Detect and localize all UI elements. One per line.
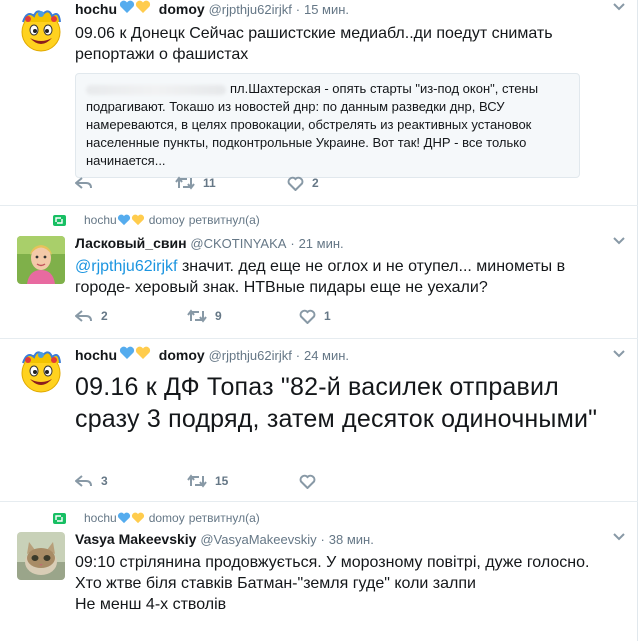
fullname-suffix: domoy: [154, 1, 205, 17]
avatar[interactable]: [17, 6, 65, 54]
tweet-text: 09.16 к ДФ Топаз "82-й василек отправил …: [75, 373, 598, 433]
avatar[interactable]: [17, 532, 65, 580]
fullname[interactable]: Ласковый_свин: [75, 235, 187, 251]
retweet-button[interactable]: 9: [187, 309, 267, 323]
retweet-icon: [187, 474, 207, 488]
tweet-header: hochu domoy @rjpthju62irjkf · 24 мин.: [75, 346, 618, 365]
yellow-heart-emoji: [135, 0, 151, 13]
timestamp[interactable]: 21 мин.: [299, 236, 344, 251]
tweet-header: hochu domoy @rjpthju62irjkf · 15 мин.: [75, 0, 618, 19]
caret-down-icon[interactable]: [612, 349, 626, 359]
fullname[interactable]: hochu: [75, 1, 117, 17]
tweet-header: Ласковый_свин @CKOTINYAKA · 21 мин.: [75, 234, 618, 253]
retweet-count: 9: [215, 309, 222, 323]
retweet-button[interactable]: 15: [187, 474, 267, 488]
blue-heart-emoji: [119, 0, 135, 13]
retweet-button[interactable]: 11: [175, 176, 255, 190]
reply-icon: [75, 475, 92, 487]
retweet-count: 11: [203, 176, 216, 190]
retweeter-suffix[interactable]: domoy: [149, 511, 185, 525]
blue-heart-emoji: [119, 346, 135, 359]
like-button[interactable]: 1: [299, 309, 342, 324]
tweet[interactable]: hochu domoy ретвитнул(а) Vasya Makeevski…: [0, 502, 638, 641]
reply-button[interactable]: 3: [75, 473, 155, 489]
retweeted-label: ретвитнул(а): [188, 213, 260, 227]
tweet-actions: 3 15: [75, 471, 348, 491]
timeline: hochu domoy @rjpthju62irjkf · 15 мин. 09…: [0, 0, 638, 641]
avatar[interactable]: [17, 347, 65, 395]
timestamp[interactable]: 38 мин.: [329, 532, 374, 547]
separator-dot: ·: [290, 236, 295, 251]
retweet-icon: [175, 176, 195, 190]
redacted-name: [86, 84, 226, 95]
tweet-text: 09:10 стрілянина продовжується. У морозн…: [75, 552, 618, 615]
tweet-text-line: Не менш 4-х стволів: [75, 596, 227, 613]
reply-count: 2: [101, 309, 108, 323]
tweet[interactable]: hochu domoy @rjpthju62irjkf · 15 мин. 09…: [0, 0, 638, 206]
tweet[interactable]: hochu domoy @rjpthju62irjkf · 24 мин. 09…: [0, 339, 638, 502]
like-count: 2: [312, 176, 319, 190]
separator-dot: ·: [295, 2, 301, 17]
username[interactable]: @VasyaMakeevskiy: [200, 532, 316, 547]
retweeted-label: ретвитнул(а): [188, 511, 260, 525]
timestamp[interactable]: 15 мин.: [304, 2, 349, 17]
like-button[interactable]: [299, 474, 316, 489]
tweet-text-line: Хто жтве біля ставків Батман-"земля гуде…: [75, 575, 476, 592]
retweet-context: hochu domoy ретвитнул(а): [53, 213, 260, 227]
caret-down-icon[interactable]: [612, 2, 626, 12]
like-count: 1: [324, 309, 331, 323]
tweet-actions: 2 9 1: [75, 306, 374, 326]
tweet-text: @rjpthju62irjkf значит. дед еще не оглох…: [75, 256, 618, 298]
tweet[interactable]: hochu domoy ретвитнул(а) Ласковый_свин @…: [0, 206, 638, 339]
timestamp[interactable]: 24 мин.: [304, 348, 349, 363]
reply-button[interactable]: 2: [75, 308, 155, 324]
quoted-tweet[interactable]: пл.Шахтерская - опять старты "из-под око…: [75, 73, 580, 178]
caret-down-icon[interactable]: [612, 532, 626, 542]
reply-button[interactable]: [75, 175, 143, 191]
like-icon: [299, 309, 316, 324]
blue-heart-emoji: [117, 214, 130, 226]
fullname[interactable]: hochu: [75, 347, 117, 363]
tweet-header: Vasya Makeevskiy @VasyaMakeevskiy · 38 м…: [75, 530, 618, 549]
username[interactable]: @CKOTINYAKA: [190, 236, 286, 251]
yellow-heart-emoji: [131, 512, 144, 524]
tweet-text-line: 09:10 стрілянина продовжується. У морозн…: [75, 554, 590, 571]
like-icon: [287, 176, 304, 191]
yellow-heart-emoji: [135, 346, 151, 359]
avatar[interactable]: [17, 236, 65, 284]
fullname[interactable]: Vasya Makeevskiy: [75, 531, 196, 547]
retweet-count: 15: [215, 474, 229, 488]
fullname-suffix: domoy: [154, 347, 205, 363]
tweet-text: 09.06 к Донецк Сейчас рашистские медиабл…: [75, 25, 553, 63]
blue-heart-emoji: [117, 512, 130, 524]
retweet-context-icon: [53, 214, 66, 226]
like-button[interactable]: 2: [287, 176, 330, 191]
retweeter-name[interactable]: hochu: [84, 213, 117, 227]
reply-icon: [75, 177, 92, 189]
separator-dot: ·: [320, 532, 325, 547]
username[interactable]: @rjpthju62irjkf: [209, 2, 292, 17]
username[interactable]: @rjpthju62irjkf: [209, 348, 292, 363]
separator-dot: ·: [295, 348, 301, 363]
mention-link[interactable]: @rjpthju62irjkf: [75, 258, 178, 275]
reply-icon: [75, 310, 92, 322]
yellow-heart-emoji: [131, 214, 144, 226]
retweet-context: hochu domoy ретвитнул(а): [53, 511, 260, 525]
caret-down-icon[interactable]: [612, 236, 626, 246]
reply-count: 3: [101, 474, 108, 488]
like-icon: [299, 474, 316, 489]
retweet-icon: [187, 309, 207, 323]
retweeter-suffix[interactable]: domoy: [149, 213, 185, 227]
tweet-actions: 11 2: [75, 173, 362, 193]
retweeter-name[interactable]: hochu: [84, 511, 117, 525]
retweet-context-icon: [53, 512, 66, 524]
